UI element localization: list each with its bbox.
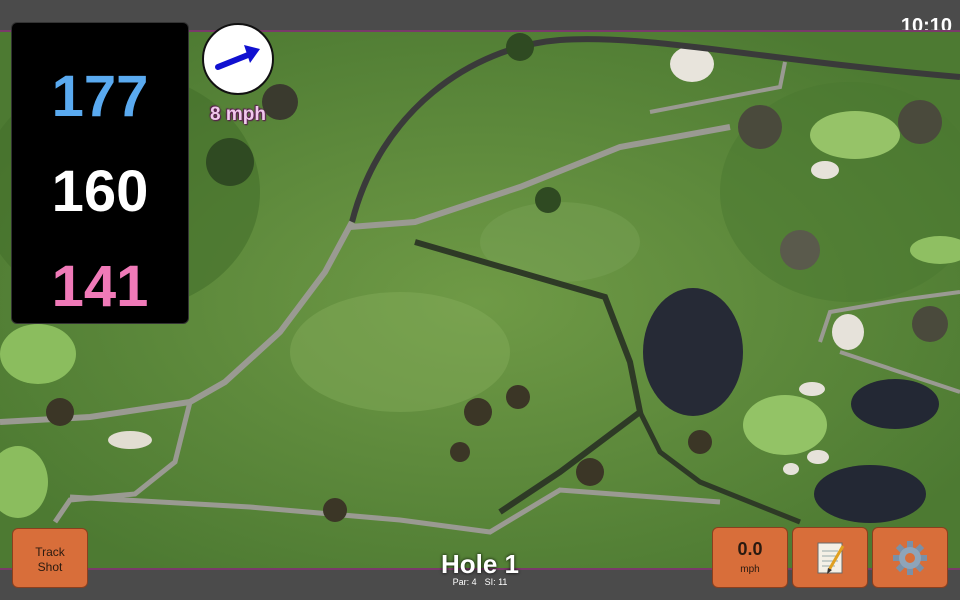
- notepad-icon: [817, 542, 845, 574]
- middle-distance: 160: [51, 159, 149, 224]
- hole-si: SI: 11: [484, 577, 508, 587]
- hole-title: Hole 1: [440, 549, 520, 579]
- front-distance: 141: [51, 254, 149, 319]
- hole-par: Par: 4: [452, 577, 477, 587]
- speed-value: 0.0: [737, 539, 763, 559]
- notes-button[interactable]: [792, 527, 868, 588]
- wind-indicator: [202, 23, 274, 95]
- hole-info: Par: 4 SI: 11: [380, 577, 580, 587]
- back-distance: 177: [51, 64, 149, 129]
- gear-icon: [893, 541, 927, 575]
- wind-arrow-icon: [215, 45, 260, 70]
- speed-button[interactable]: 0.0 mph: [712, 527, 788, 588]
- track-shot-button[interactable]: Track Shot: [12, 528, 88, 588]
- speed-unit: mph: [740, 564, 760, 575]
- distance-panel: 177 160 141: [11, 22, 189, 324]
- track-shot-label: Track Shot: [35, 545, 65, 574]
- wind-speed: 8 mph: [210, 104, 266, 125]
- settings-button[interactable]: [872, 527, 948, 588]
